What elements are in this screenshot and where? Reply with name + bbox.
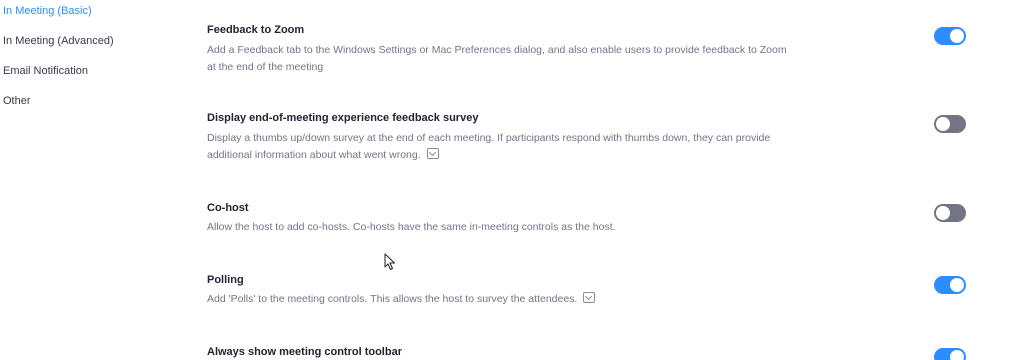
setting-description: Display a thumbs up/down survey at the e…	[207, 130, 787, 164]
setting-description: Add a Feedback tab to the Windows Settin…	[207, 44, 787, 73]
setting-description-text: Display a thumbs up/down survey at the e…	[207, 132, 771, 161]
setting-title: Display end-of-meeting experience feedba…	[207, 112, 479, 124]
toggle-knob	[950, 350, 964, 360]
setting-title: Feedback to Zoom	[207, 24, 305, 36]
toggle-knob	[936, 117, 950, 131]
nav-item-email-notification[interactable]: Email Notification	[3, 65, 88, 77]
setting-description-text: Add 'Polls' to the meeting controls. Thi…	[207, 293, 578, 305]
setting-title: Always show meeting control toolbar	[207, 346, 402, 358]
always-show-toolbar-toggle[interactable]	[934, 348, 966, 360]
feedback-to-zoom-toggle[interactable]	[934, 27, 966, 45]
info-icon[interactable]	[426, 148, 439, 159]
polling-toggle[interactable]	[934, 276, 966, 294]
setting-title: Polling	[207, 274, 244, 286]
nav-item-other[interactable]: Other	[3, 95, 31, 107]
setting-title: Co-host	[207, 202, 249, 214]
info-icon[interactable]	[583, 292, 596, 303]
end-of-meeting-survey-toggle[interactable]	[934, 115, 966, 133]
toggle-knob	[936, 206, 950, 220]
nav-item-in-meeting-advanced[interactable]: In Meeting (Advanced)	[3, 35, 114, 47]
co-host-toggle[interactable]	[934, 204, 966, 222]
toggle-knob	[950, 29, 964, 43]
toggle-knob	[950, 278, 964, 292]
setting-description: Allow the host to add co-hosts. Co-hosts…	[207, 221, 616, 233]
setting-description: Add 'Polls' to the meeting controls. Thi…	[207, 291, 787, 308]
mouse-pointer-icon	[384, 253, 395, 270]
nav-item-in-meeting-basic[interactable]: In Meeting (Basic)	[3, 5, 92, 17]
settings-page: In Meeting (Basic) In Meeting (Advanced)…	[0, 0, 1024, 360]
